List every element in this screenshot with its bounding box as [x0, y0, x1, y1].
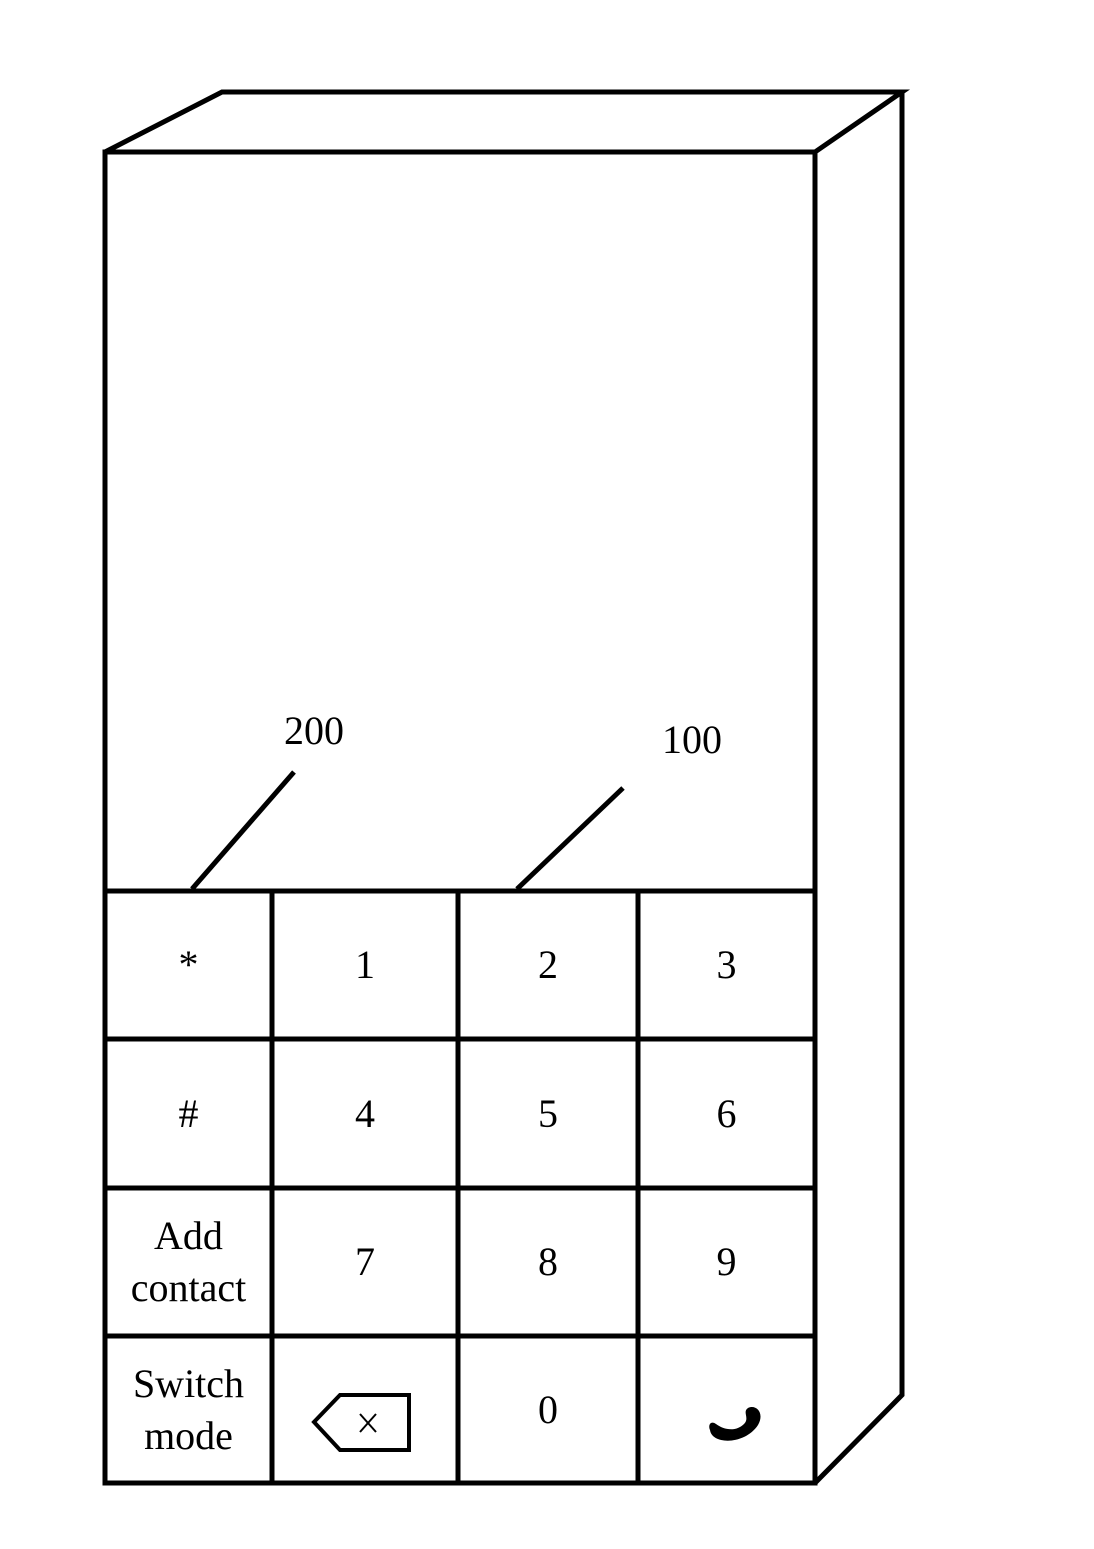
- phone-top-face: [103, 89, 911, 155]
- key-8[interactable]: 8: [458, 1188, 638, 1336]
- key-hash[interactable]: #: [105, 1039, 272, 1188]
- add-contact-button[interactable]: Add contact: [105, 1188, 272, 1336]
- leader-line-100: [515, 786, 625, 891]
- call-button[interactable]: [638, 1336, 815, 1483]
- phone-side-face: [813, 92, 905, 1485]
- reference-label-200: 200: [284, 708, 344, 753]
- key-2[interactable]: 2: [458, 891, 638, 1039]
- key-0[interactable]: 0: [458, 1336, 638, 1483]
- key-4[interactable]: 4: [272, 1039, 458, 1188]
- key-star[interactable]: *: [105, 891, 272, 1039]
- key-6[interactable]: 6: [638, 1039, 815, 1188]
- key-7[interactable]: 7: [272, 1188, 458, 1336]
- switch-mode-button[interactable]: Switch mode: [105, 1336, 272, 1483]
- key-9[interactable]: 9: [638, 1188, 815, 1336]
- key-1[interactable]: 1: [272, 891, 458, 1039]
- reference-label-100: 100: [662, 717, 722, 762]
- key-3[interactable]: 3: [638, 891, 815, 1039]
- backspace-button[interactable]: [272, 1336, 458, 1483]
- key-5[interactable]: 5: [458, 1039, 638, 1188]
- leader-line-200: [190, 770, 296, 891]
- phone-diagram: 200 100 * 1 2 3 # 4 5 6 Add contact 7 8 …: [0, 0, 1094, 1549]
